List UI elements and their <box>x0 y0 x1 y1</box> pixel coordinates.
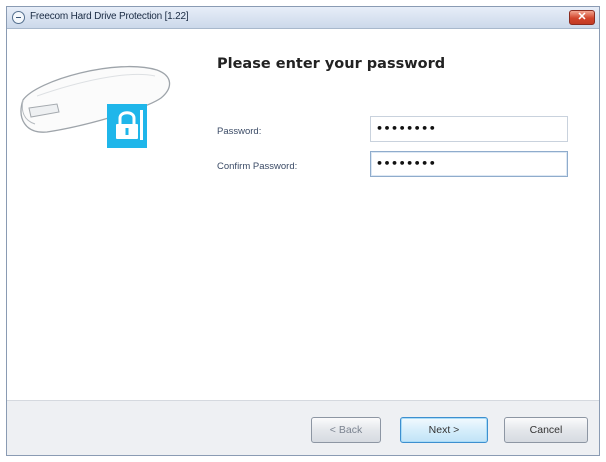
wizard-content: Please enter your password Password: •••… <box>7 30 599 400</box>
button-bar: < Back Next > Cancel <box>7 400 599 455</box>
close-button[interactable]: ✕ <box>569 10 595 25</box>
confirm-password-label: Confirm Password: <box>217 161 298 172</box>
password-field[interactable]: •••••••• <box>370 116 568 142</box>
hard-drive-icon <box>20 66 171 148</box>
back-button[interactable]: < Back <box>311 417 381 443</box>
next-button[interactable]: Next > <box>400 417 488 443</box>
dialog-window: Freecom Hard Drive Protection [1.22] ✕ P… <box>6 6 600 456</box>
title-bar[interactable]: Freecom Hard Drive Protection [1.22] ✕ <box>7 7 599 29</box>
app-icon <box>12 11 25 24</box>
confirm-password-field[interactable]: •••••••• <box>370 151 568 177</box>
page-heading: Please enter your password <box>217 56 446 72</box>
window-title: Freecom Hard Drive Protection [1.22] <box>30 11 189 22</box>
password-label: Password: <box>217 126 262 137</box>
cancel-button[interactable]: Cancel <box>504 417 588 443</box>
lock-icon <box>107 104 147 148</box>
drive-illustration <box>17 48 177 158</box>
